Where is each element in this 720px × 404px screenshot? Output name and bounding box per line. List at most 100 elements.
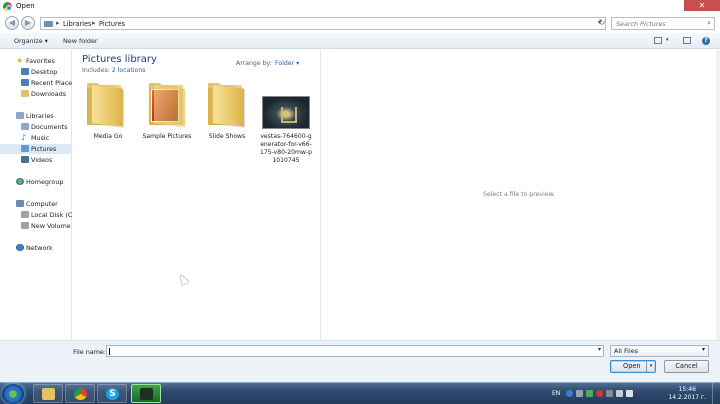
downloads-icon [21,90,29,97]
sidebar-item-new-volume[interactable]: New Volume ( [0,221,72,231]
sidebar-item-libraries[interactable]: Libraries [0,111,72,121]
clock[interactable]: 15:46 14.2.2017 г. [668,386,706,402]
recent-places-icon [21,79,29,86]
help-tray-icon[interactable] [566,390,573,397]
sidebar-item-recent-places[interactable]: Recent Places [0,78,72,88]
organize-button[interactable]: Organize ▾ [14,37,48,45]
sidebar-item-computer[interactable]: Computer [0,199,72,209]
search-box[interactable]: ⌕ [611,17,715,30]
library-includes: Includes: 2 locations [82,67,146,74]
tray-icon[interactable] [586,390,593,397]
file-name-panel: File name: ▾ All Files ▾ Open ▾ Cancel [0,340,720,382]
change-view-icon[interactable] [654,37,662,44]
file-item[interactable]: Sample Pictures [141,83,193,163]
back-button[interactable]: ◀ [5,16,19,30]
homegroup-icon [16,178,24,185]
folder-icon [208,83,244,127]
title-bar: Open ✕ [0,0,720,13]
sidebar-item-videos[interactable]: Videos [0,155,72,165]
show-desktop-button[interactable] [712,383,720,404]
address-row: ◀ ▶ ▸ Libraries ▸ Pictures ▾ ↻ ⌕ [0,13,720,33]
sidebar-item-label: Desktop [31,68,58,76]
open-button[interactable]: Open ▾ [610,360,656,373]
file-name-input[interactable] [107,346,587,356]
help-icon[interactable]: ? [702,37,710,45]
close-button[interactable]: ✕ [684,0,720,11]
chevron-down-icon: ▾ [701,346,705,353]
taskbar: S EN 15:46 14.2.2017 г. [0,382,720,404]
sidebar-item-music[interactable]: ♪ Music [0,133,72,143]
view-options-dropdown[interactable]: ▾ [666,37,669,43]
cancel-button[interactable]: Cancel [664,360,709,373]
forward-button[interactable]: ▶ [21,16,35,30]
open-options-dropdown[interactable]: ▾ [646,361,655,372]
disk-icon [21,211,29,218]
file-type-select[interactable]: All Files ▾ [610,345,709,357]
address-bar[interactable]: ▸ Libraries ▸ Pictures ▾ [40,17,606,30]
file-name: Slide Shows [208,133,246,140]
file-item[interactable]: Media Go [82,83,134,163]
file-name-label: File name: [73,348,107,356]
preview-pane-icon[interactable] [683,37,691,44]
chrome-icon [74,388,87,400]
tray-icon[interactable] [596,390,603,397]
new-folder-button[interactable]: New folder [63,37,98,45]
disk-icon [21,222,29,229]
sidebar-item-local-disk[interactable]: Local Disk (C:) [0,210,72,220]
tray-icon[interactable] [576,390,583,397]
breadcrumb-libraries[interactable]: Libraries [63,20,91,28]
file-name: vestas-764600-generator-for-v66-175-v80-… [260,133,312,164]
sidebar-item-homegroup[interactable]: Homegroup [0,177,72,187]
search-icon[interactable]: ⌕ [707,19,711,28]
sidebar-item-label: Homegroup [26,178,64,186]
library-folder-icon [44,21,53,27]
skype-icon: S [106,388,119,400]
tray-icon[interactable] [606,390,613,397]
file-name-dropdown-icon[interactable]: ▾ [598,346,601,353]
arrange-by-dropdown[interactable]: Folder ▾ [275,60,299,67]
taskbar-active-app-button[interactable] [131,384,161,403]
navigation-pane: ★ Favorites Desktop Recent Places Downlo… [0,50,72,340]
file-name-combobox[interactable]: ▾ [106,345,604,357]
taskbar-explorer-button[interactable] [33,384,63,403]
music-icon: ♪ [21,133,27,142]
language-indicator[interactable]: EN [552,390,560,397]
taskbar-skype-button[interactable]: S [97,384,127,403]
breadcrumb-separator[interactable]: ▸ [92,19,96,27]
sidebar-item-network[interactable]: Network [0,243,72,253]
volume-icon[interactable] [626,390,633,397]
sidebar-item-label: Local Disk (C:) [31,211,72,219]
locations-link[interactable]: 2 locations [112,67,146,74]
start-button[interactable] [2,384,24,404]
clock-time: 15:46 [678,386,696,393]
file-list-pane[interactable]: Pictures library Includes: 2 locations A… [73,50,319,340]
breadcrumb-separator[interactable]: ▸ [56,19,60,27]
chrome-app-icon [3,2,12,11]
sidebar-item-pictures[interactable]: Pictures [0,144,72,154]
preview-message: Select a file to preview. [482,191,556,198]
file-item[interactable]: vestas-764600-generator-for-v66-175-v80-… [260,96,312,176]
desktop-icon [21,68,29,75]
file-item[interactable]: Slide Shows [201,83,253,163]
computer-icon [16,200,24,207]
search-input[interactable] [612,18,702,29]
sidebar-item-desktop[interactable]: Desktop [0,67,72,77]
arrange-by-label: Arrange by: [236,60,272,67]
clock-date: 14.2.2017 г. [668,394,706,401]
window-title: Open [16,2,35,10]
sidebar-item-label: Recent Places [31,79,72,87]
file-type-value: All Files [614,347,638,355]
sidebar-item-label: Computer [26,200,58,208]
taskbar-chrome-button[interactable] [65,384,95,403]
sidebar-item-downloads[interactable]: Downloads [0,89,72,99]
sidebar-item-label: Libraries [26,112,54,120]
breadcrumb-pictures[interactable]: Pictures [99,20,125,28]
sidebar-item-favorites[interactable]: ★ Favorites [0,56,72,66]
sidebar-item-documents[interactable]: Documents [0,122,72,132]
network-tray-icon[interactable] [616,390,623,397]
folder-icon [87,83,123,127]
refresh-button[interactable]: ↻ [596,17,608,30]
image-thumbnail [262,96,310,129]
system-tray: EN 15:46 14.2.2017 г. [548,383,720,404]
scrollbar[interactable] [716,50,720,340]
